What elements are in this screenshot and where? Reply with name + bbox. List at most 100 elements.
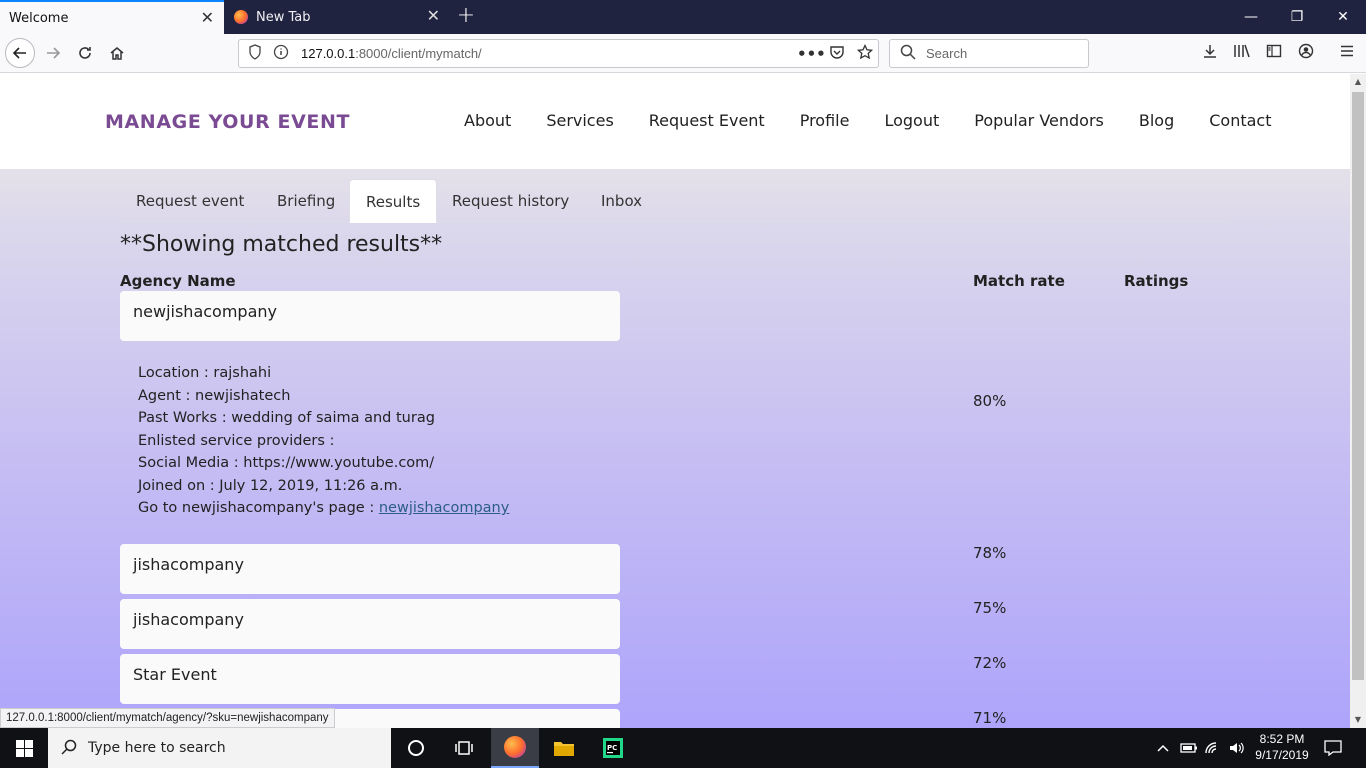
page-scrollbar[interactable]: ▲ ▼	[1350, 74, 1366, 728]
tab-inbox[interactable]: Inbox	[585, 179, 658, 222]
volume-icon[interactable]	[1228, 728, 1246, 768]
scrollbar-thumb[interactable]	[1352, 92, 1364, 680]
tab-new-tab[interactable]: New Tab ✕	[224, 0, 450, 34]
match-rate: 75%	[973, 599, 1007, 617]
task-view-icon[interactable]	[440, 728, 488, 768]
system-clock[interactable]: 8:52 PM 9/17/2019	[1252, 731, 1312, 763]
tab-briefing[interactable]: Briefing	[261, 179, 351, 222]
search-bar[interactable]	[889, 39, 1089, 68]
wifi-icon[interactable]	[1204, 728, 1222, 768]
tab-request-history[interactable]: Request history	[436, 179, 585, 222]
agency-details: Location : rajshahi Agent : newjishatech…	[138, 362, 509, 520]
cortana-icon[interactable]	[392, 728, 440, 768]
tab-welcome[interactable]: Welcome ✕	[0, 0, 224, 34]
detail-past-works: Past Works : wedding of saima and turag	[138, 410, 435, 426]
agency-card-star-event[interactable]: Star Event	[120, 654, 620, 704]
firefox-icon	[504, 736, 526, 758]
url-path: :8000/client/mymatch/	[355, 46, 482, 61]
minimize-icon[interactable]: —	[1228, 0, 1274, 34]
goto-prefix: Go to newjishacompany's page :	[138, 500, 379, 516]
results-heading: **Showing matched results**	[120, 232, 443, 257]
pycharm-icon[interactable]: PC	[589, 728, 637, 768]
agency-page-link[interactable]: newjishacompany	[379, 500, 510, 516]
page-actions-icon[interactable]: •••	[797, 44, 826, 64]
info-icon[interactable]	[271, 44, 291, 64]
svg-text:PC: PC	[607, 744, 617, 752]
match-rate: 72%	[973, 654, 1007, 672]
windows-taskbar: Type here to search PC 8:52 PM 9/17/2019	[0, 728, 1366, 768]
detail-goto: Go to newjishacompany's page : newjishac…	[138, 497, 509, 520]
restore-icon[interactable]: ❐	[1274, 0, 1320, 34]
clock-time: 8:52 PM	[1259, 732, 1305, 746]
column-agency-name: Agency Name	[120, 272, 236, 290]
nav-popular-vendors[interactable]: Popular Vendors	[974, 111, 1104, 130]
close-tab-icon[interactable]: ✕	[427, 8, 440, 24]
match-rate: 78%	[973, 544, 1007, 562]
status-link-preview: 127.0.0.1:8000/client/mymatch/agency/?sk…	[0, 708, 335, 728]
nav-request-event[interactable]: Request Event	[649, 111, 765, 130]
back-arrow-icon[interactable]	[5, 38, 35, 68]
tab-title: New Tab	[256, 9, 311, 25]
search-icon	[61, 739, 77, 759]
column-match-rate: Match rate	[973, 272, 1065, 290]
browser-toolbar: 127.0.0.1:8000/client/mymatch/ •••	[0, 34, 1366, 73]
match-rate: 80%	[973, 392, 1007, 410]
match-rate: 71%	[973, 709, 1007, 727]
scroll-up-arrow-icon[interactable]: ▲	[1350, 74, 1366, 90]
detail-social: Social Media : https://www.youtube.com/	[138, 455, 435, 471]
clock-date: 9/17/2019	[1255, 748, 1309, 762]
new-tab-plus-icon[interactable]: +	[454, 4, 478, 28]
agency-card-jishacompany-2[interactable]: jishacompany	[120, 599, 620, 649]
show-hidden-icons-icon[interactable]	[1156, 728, 1170, 768]
client-subtabs: Request event Briefing Results Request h…	[120, 179, 1230, 223]
search-icon	[898, 44, 918, 64]
site-header: MANAGE YOUR EVENT About Services Request…	[0, 74, 1350, 169]
windows-logo-icon	[15, 739, 33, 757]
scroll-down-arrow-icon[interactable]: ▼	[1350, 712, 1366, 728]
firefox-taskbar-icon[interactable]	[491, 728, 539, 768]
detail-joined: Joined on : July 12, 2019, 11:26 a.m.	[138, 477, 403, 494]
column-ratings: Ratings	[1124, 272, 1189, 290]
site-brand[interactable]: MANAGE YOUR EVENT	[105, 111, 350, 133]
notifications-icon[interactable]	[1324, 728, 1342, 768]
file-explorer-icon[interactable]	[540, 728, 588, 768]
start-button[interactable]	[0, 728, 48, 768]
detail-location: Location : rajshahi	[138, 365, 272, 381]
url-text[interactable]: 127.0.0.1:8000/client/mymatch/	[301, 46, 482, 61]
forward-arrow-icon[interactable]	[38, 38, 68, 68]
search-input[interactable]	[926, 46, 1076, 61]
detail-enlisted: Enlisted service providers :	[138, 432, 335, 449]
nav-profile[interactable]: Profile	[800, 111, 850, 130]
sidebar-icon[interactable]	[1264, 43, 1284, 63]
tab-request-event[interactable]: Request event	[120, 179, 260, 222]
close-tab-icon[interactable]: ✕	[201, 10, 214, 26]
nav-blog[interactable]: Blog	[1139, 111, 1174, 130]
nav-services[interactable]: Services	[546, 111, 613, 130]
firefox-icon	[234, 10, 248, 24]
url-bar[interactable]: 127.0.0.1:8000/client/mymatch/ •••	[238, 39, 879, 68]
close-window-icon[interactable]: ✕	[1320, 0, 1366, 34]
shield-icon[interactable]	[245, 44, 265, 64]
tab-title: Welcome	[9, 10, 69, 26]
browser-tab-strip: Welcome ✕ New Tab ✕ + — ❐ ✕	[0, 0, 1366, 34]
nav-about[interactable]: About	[464, 111, 511, 130]
taskbar-search-box[interactable]: Type here to search	[48, 728, 391, 768]
nav-logout[interactable]: Logout	[884, 111, 939, 130]
agency-card-jishacompany[interactable]: jishacompany	[120, 544, 620, 594]
bookmark-star-icon[interactable]	[855, 43, 875, 64]
detail-agent: Agent : newjishatech	[138, 387, 291, 404]
site-nav: About Services Request Event Profile Log…	[464, 111, 1306, 130]
reload-icon[interactable]	[70, 38, 100, 68]
account-icon[interactable]	[1296, 43, 1316, 63]
pocket-icon[interactable]	[827, 44, 847, 64]
battery-icon[interactable]	[1180, 728, 1198, 768]
agency-card-newjishacompany[interactable]: newjishacompany	[120, 291, 620, 341]
menu-hamburger-icon[interactable]	[1337, 43, 1357, 63]
home-icon[interactable]	[102, 38, 132, 68]
taskbar-search-placeholder: Type here to search	[88, 740, 226, 756]
url-host: 127.0.0.1	[301, 46, 356, 61]
nav-contact[interactable]: Contact	[1209, 111, 1271, 130]
tab-results[interactable]: Results	[349, 179, 438, 223]
library-icon[interactable]	[1232, 43, 1252, 63]
downloads-icon[interactable]	[1200, 43, 1220, 63]
